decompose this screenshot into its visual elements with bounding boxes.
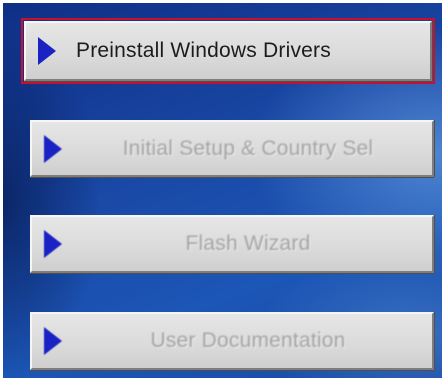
button-label: Initial Setup & Country Sel bbox=[122, 136, 374, 160]
launcher-screen: Preinstall Windows Drivers Initial Setup… bbox=[0, 0, 445, 381]
initial-setup-country-button[interactable]: Initial Setup & Country Sel bbox=[30, 120, 434, 177]
button-label: Preinstall Windows Drivers bbox=[76, 39, 331, 62]
play-arrow-icon bbox=[44, 134, 62, 163]
button-label: Flash Wizard bbox=[185, 232, 311, 255]
user-documentation-button[interactable]: User Documentation bbox=[30, 312, 434, 370]
button-label: User Documentation bbox=[150, 329, 346, 352]
play-arrow-icon bbox=[44, 327, 62, 355]
play-arrow-icon bbox=[38, 37, 56, 65]
flash-wizard-button[interactable]: Flash Wizard bbox=[30, 215, 434, 273]
play-arrow-icon bbox=[44, 230, 62, 258]
preinstall-windows-drivers-button[interactable]: Preinstall Windows Drivers bbox=[21, 18, 435, 84]
